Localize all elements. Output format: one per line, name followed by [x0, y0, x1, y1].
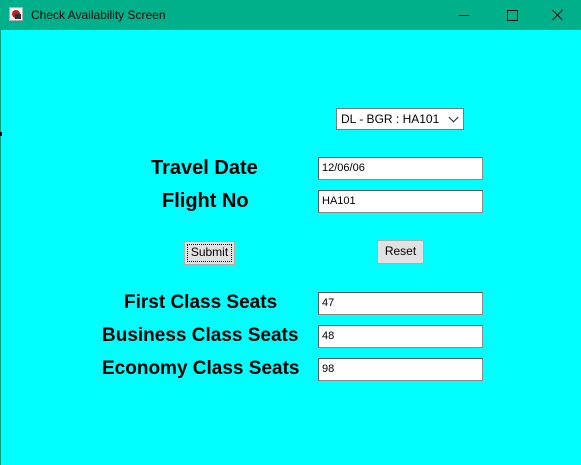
- first-class-seats-label: First Class Seats: [124, 292, 278, 313]
- reset-button-label: Reset: [384, 244, 417, 258]
- window-title: Check Availability Screen: [31, 8, 166, 22]
- business-class-seats-label: Business Class Seats: [102, 325, 299, 346]
- minimize-icon: [459, 14, 469, 16]
- minimize-button[interactable]: [441, 0, 487, 30]
- submit-button-label: Submit: [190, 245, 229, 259]
- chevron-down-icon[interactable]: [448, 112, 459, 123]
- close-button[interactable]: [535, 0, 581, 30]
- maximize-button[interactable]: [489, 0, 535, 30]
- economy-class-seats-field[interactable]: 98: [318, 358, 483, 381]
- flight-no-label: Flight No: [162, 190, 249, 212]
- maximize-icon: [506, 9, 518, 21]
- title-bar[interactable]: Check Availability Screen: [0, 0, 581, 30]
- travel-date-field[interactable]: 12/06/06: [318, 157, 483, 180]
- route-select[interactable]: DL - BGR : HA101: [336, 108, 464, 130]
- business-class-seats-field[interactable]: 48: [318, 325, 483, 348]
- window-border: [0, 30, 1, 465]
- close-icon: [552, 9, 564, 21]
- reset-button[interactable]: Reset: [377, 240, 424, 264]
- flight-no-field[interactable]: HA101: [318, 190, 483, 213]
- economy-class-seats-label: Economy Class Seats: [102, 358, 300, 379]
- check-availability-window: Check Availability Screen DL - BGR : HA1…: [0, 0, 581, 465]
- edge-mark: [0, 132, 2, 136]
- travel-date-label: Travel Date: [151, 157, 258, 179]
- submit-button[interactable]: Submit: [184, 241, 235, 265]
- route-select-value: DL - BGR : HA101: [341, 112, 440, 126]
- first-class-seats-field[interactable]: 47: [318, 292, 483, 315]
- java-cup-icon[interactable]: [9, 7, 23, 21]
